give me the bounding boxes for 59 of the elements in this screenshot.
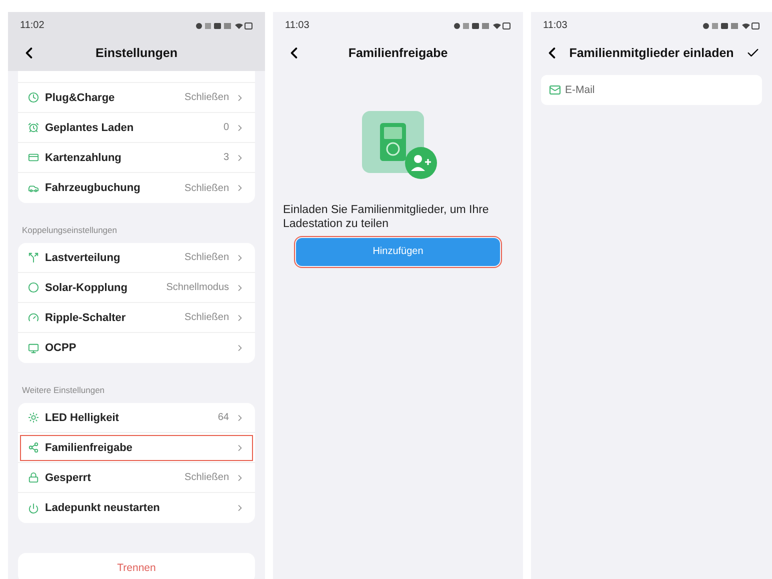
setting-value: 64 (218, 412, 229, 423)
setting-label: Solar-Kopplung (45, 282, 128, 294)
setting-icon (28, 312, 39, 323)
setting-icon (28, 472, 39, 483)
setting-icon (28, 92, 39, 103)
setting-value: Schließen (184, 252, 229, 263)
setting-value: 0 (223, 122, 229, 133)
settings-row[interactable]: Kartenzahlung 3 (18, 143, 255, 173)
settings-row[interactable]: Ladepunkt neustarten (18, 493, 255, 523)
setting-label: Ladepunkt neustarten (45, 502, 161, 514)
setting-icon (28, 412, 39, 423)
disconnect-button[interactable]: Trennen (18, 553, 255, 579)
settings-row[interactable]: Fahrzeugbuchung Schließen (18, 173, 255, 203)
status-time: 11:03 (285, 20, 310, 31)
section-label: Weitere Einstellungen (21, 384, 106, 397)
settings-row[interactable]: Geplantes Laden 0 (18, 113, 255, 143)
screen-title: Familienmitglieder einladen (568, 46, 735, 60)
settings-row[interactable]: Plug&Charge Schließen (18, 83, 255, 113)
status-time: 11:03 (543, 20, 568, 31)
settings-row[interactable]: Ripple-Schalter Schließen (18, 303, 255, 333)
setting-icon (28, 442, 39, 453)
setting-label: Plug&Charge (45, 92, 116, 104)
setting-value: Schnellmodus (166, 282, 229, 293)
setting-label: LED Helligkeit (45, 412, 120, 424)
section-label: Koppelungseinstellungen (21, 224, 118, 237)
status-icons (453, 22, 511, 30)
settings-row[interactable]: OCPP (18, 333, 255, 363)
setting-icon (28, 122, 39, 133)
setting-icon (28, 282, 39, 293)
setting-label: Lastverteilung (45, 252, 122, 264)
setting-label: Ripple-Schalter (45, 312, 127, 324)
screen-title: Familienfreigabe (347, 46, 449, 60)
screen-title: Einstellungen (94, 46, 178, 60)
setting-value: Schließen (184, 92, 229, 103)
setting-label: OCPP (45, 342, 78, 354)
setting-value: 3 (223, 152, 229, 163)
settings-row[interactable]: Solar-Kopplung Schnellmodus (18, 273, 255, 303)
setting-icon (28, 342, 39, 354)
setting-value: Schließen (184, 472, 229, 483)
setting-label: Kartenzahlung (45, 152, 122, 164)
setting-value: Schließen (184, 182, 229, 194)
status-icons (702, 22, 760, 30)
settings-row[interactable]: Gesperrt Schließen (18, 463, 255, 493)
settings-row[interactable]: LED Helligkeit 64 (18, 403, 255, 433)
setting-label: Geplantes Laden (45, 122, 135, 134)
setting-icon (28, 152, 39, 163)
setting-value: Schließen (184, 312, 229, 323)
setting-label: Familienfreigabe (45, 442, 134, 454)
status-time: 11:02 (20, 20, 44, 31)
setting-icon (28, 502, 39, 514)
email-field[interactable]: E-Mail (541, 75, 762, 105)
mail-icon (549, 84, 561, 96)
settings-row[interactable]: Familienfreigabe (18, 433, 255, 463)
setting-icon (28, 252, 39, 263)
settings-row[interactable]: Lastverteilung Schließen (18, 243, 255, 273)
setting-label: Gesperrt (45, 472, 92, 484)
setting-label: Fahrzeugbuchung (45, 182, 142, 194)
status-icons (195, 22, 253, 30)
invite-message: Einladen Sie Familienmitglieder, um Ihre Ladestation zu teilen (283, 203, 490, 232)
